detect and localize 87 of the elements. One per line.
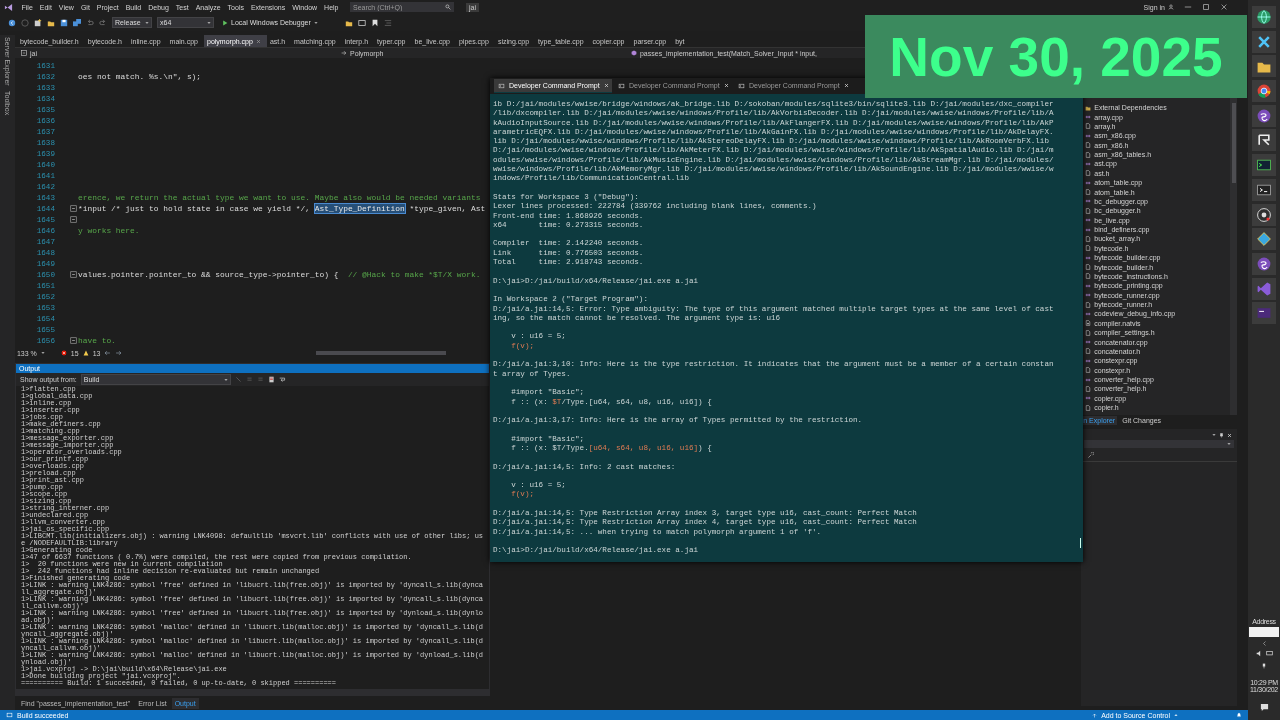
save-icon[interactable] bbox=[60, 18, 68, 27]
file-icon bbox=[1085, 404, 1092, 411]
new-project-icon[interactable] bbox=[34, 18, 42, 27]
globe-icon[interactable] bbox=[1256, 9, 1272, 25]
clear-icon[interactable] bbox=[267, 376, 275, 383]
plus-icon bbox=[1085, 254, 1092, 261]
plus-icon bbox=[1085, 226, 1092, 233]
plus-icon bbox=[1085, 114, 1092, 121]
collapse-icon[interactable] bbox=[69, 337, 77, 344]
app-logo-icon bbox=[4, 2, 13, 12]
chevron-icon[interactable] bbox=[1261, 641, 1267, 646]
file-icon bbox=[1085, 207, 1092, 214]
file-icon bbox=[1085, 385, 1092, 392]
status-icon bbox=[6, 712, 13, 718]
wrench-icon[interactable] bbox=[1087, 451, 1095, 459]
bookmark-icon[interactable] bbox=[370, 18, 379, 27]
collapse-icon[interactable] bbox=[69, 216, 77, 223]
scrollbar-thumb[interactable] bbox=[316, 351, 447, 355]
swirl-icon[interactable] bbox=[1256, 255, 1272, 272]
redo-icon[interactable] bbox=[99, 18, 107, 27]
warning-icon bbox=[82, 350, 89, 356]
search-icon bbox=[445, 4, 451, 10]
usb-icon[interactable] bbox=[1261, 663, 1267, 669]
gem-icon[interactable] bbox=[1256, 231, 1272, 248]
method-icon bbox=[630, 50, 637, 56]
play-icon bbox=[222, 19, 228, 26]
plus-icon bbox=[1085, 198, 1092, 205]
text-cursor bbox=[1079, 538, 1081, 548]
file-icon bbox=[1085, 123, 1092, 130]
file-icon bbox=[1085, 170, 1092, 177]
file-icon bbox=[1085, 348, 1092, 355]
collapse-icon[interactable] bbox=[69, 271, 77, 278]
arrow-icon bbox=[340, 50, 347, 56]
left-arrow-icon[interactable] bbox=[104, 350, 112, 356]
collapse-icon[interactable] bbox=[69, 205, 77, 212]
ribbon-icon[interactable] bbox=[1256, 280, 1272, 297]
right-arrow-icon[interactable] bbox=[115, 350, 123, 356]
person-icon bbox=[1168, 4, 1174, 10]
close-icon[interactable] bbox=[1220, 3, 1228, 11]
date-overlay: Nov 30, 2025 bbox=[865, 15, 1247, 98]
plus-icon bbox=[1085, 376, 1092, 383]
caret-icon bbox=[1227, 442, 1231, 446]
speaker-icon[interactable] bbox=[1255, 650, 1263, 657]
plus-icon bbox=[1085, 357, 1092, 364]
project-icon bbox=[20, 50, 27, 56]
plus-icon bbox=[1085, 282, 1092, 289]
monitor-icon[interactable] bbox=[1265, 650, 1273, 657]
file-icon bbox=[1085, 189, 1092, 196]
gear-file-icon bbox=[1085, 320, 1092, 327]
caret-icon bbox=[1212, 433, 1216, 437]
file-icon bbox=[1085, 329, 1092, 336]
plus-icon bbox=[1085, 395, 1092, 402]
swirl-icon[interactable] bbox=[1256, 107, 1272, 124]
close-icon bbox=[255, 38, 261, 44]
scrollbar-thumb[interactable] bbox=[1231, 103, 1236, 183]
notification-icon[interactable] bbox=[1259, 703, 1269, 712]
up-arrow-icon bbox=[1092, 712, 1098, 718]
pin-icon[interactable] bbox=[1219, 432, 1224, 438]
folder-icon bbox=[1085, 104, 1092, 111]
back-icon[interactable] bbox=[8, 18, 16, 27]
file-icon bbox=[1085, 301, 1092, 308]
ring-icon[interactable] bbox=[1256, 83, 1272, 100]
plus-icon bbox=[1085, 310, 1092, 317]
address-field[interactable] bbox=[1249, 627, 1279, 637]
caret-icon bbox=[223, 377, 228, 382]
folder-icon[interactable] bbox=[344, 18, 353, 27]
plus-icon bbox=[1085, 217, 1092, 224]
terminal-icon bbox=[618, 82, 625, 89]
plus-icon bbox=[1085, 292, 1092, 299]
caret-icon bbox=[1174, 713, 1178, 717]
file-icon bbox=[1085, 367, 1092, 374]
terminal-icon bbox=[738, 82, 745, 89]
plus-icon bbox=[1085, 179, 1092, 186]
lens-icon[interactable] bbox=[1256, 206, 1272, 223]
wrap-icon[interactable] bbox=[278, 376, 286, 383]
plus-icon bbox=[1085, 339, 1092, 346]
bell-icon[interactable] bbox=[1236, 712, 1242, 718]
error-icon bbox=[60, 350, 67, 356]
save-all-icon[interactable] bbox=[73, 18, 81, 27]
plus-icon bbox=[1085, 132, 1092, 139]
restore-icon[interactable] bbox=[1202, 3, 1210, 11]
open-folder-icon[interactable] bbox=[47, 18, 55, 27]
window-icon[interactable] bbox=[357, 18, 366, 27]
terminal-icon bbox=[498, 82, 505, 89]
caret-icon bbox=[313, 20, 318, 25]
plus-icon bbox=[1085, 160, 1092, 167]
undo-icon[interactable] bbox=[86, 18, 94, 27]
